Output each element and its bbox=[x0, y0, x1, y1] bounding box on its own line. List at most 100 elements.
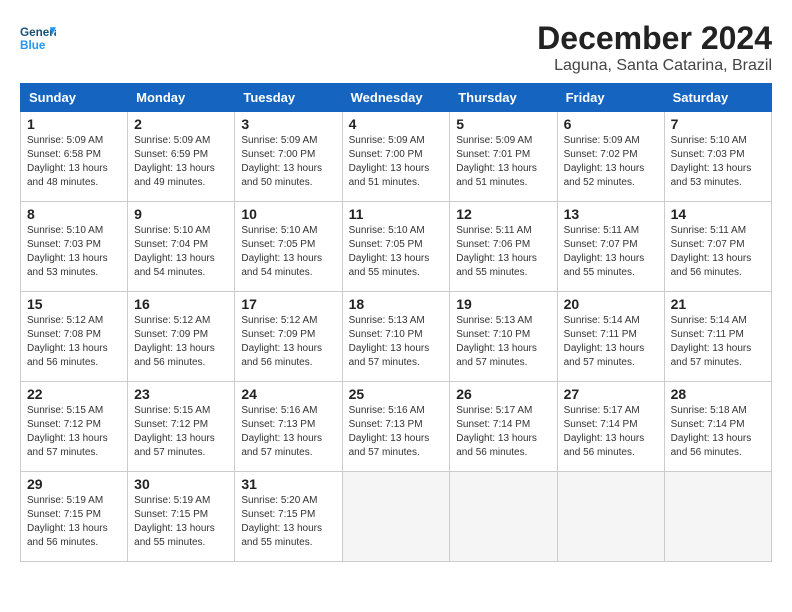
day-info: Sunrise: 5:09 AMSunset: 6:59 PMDaylight:… bbox=[134, 135, 215, 188]
title-area: December 2024 Laguna, Santa Catarina, Br… bbox=[537, 20, 772, 75]
day-cell-0-2: 3 Sunrise: 5:09 AMSunset: 7:00 PMDayligh… bbox=[235, 112, 342, 202]
day-info: Sunrise: 5:18 AMSunset: 7:14 PMDaylight:… bbox=[671, 405, 752, 458]
day-info: Sunrise: 5:09 AMSunset: 7:02 PMDaylight:… bbox=[564, 135, 645, 188]
header-monday: Monday bbox=[128, 84, 235, 112]
day-info: Sunrise: 5:09 AMSunset: 7:00 PMDaylight:… bbox=[241, 135, 322, 188]
day-info: Sunrise: 5:15 AMSunset: 7:12 PMDaylight:… bbox=[27, 405, 108, 458]
day-cell-2-3: 18 Sunrise: 5:13 AMSunset: 7:10 PMDaylig… bbox=[342, 292, 450, 382]
day-number: 23 bbox=[134, 386, 228, 402]
week-row-1: 8 Sunrise: 5:10 AMSunset: 7:03 PMDayligh… bbox=[21, 202, 772, 292]
day-number: 28 bbox=[671, 386, 765, 402]
day-cell-2-6: 21 Sunrise: 5:14 AMSunset: 7:11 PMDaylig… bbox=[664, 292, 771, 382]
day-cell-0-4: 5 Sunrise: 5:09 AMSunset: 7:01 PMDayligh… bbox=[450, 112, 557, 202]
header-friday: Friday bbox=[557, 84, 664, 112]
header-wednesday: Wednesday bbox=[342, 84, 450, 112]
day-cell-3-2: 24 Sunrise: 5:16 AMSunset: 7:13 PMDaylig… bbox=[235, 382, 342, 472]
day-number: 1 bbox=[27, 116, 121, 132]
calendar-title: December 2024 bbox=[537, 20, 772, 57]
logo: General Blue bbox=[20, 20, 58, 56]
day-number: 22 bbox=[27, 386, 121, 402]
day-cell-2-0: 15 Sunrise: 5:12 AMSunset: 7:08 PMDaylig… bbox=[21, 292, 128, 382]
day-info: Sunrise: 5:11 AMSunset: 7:07 PMDaylight:… bbox=[671, 225, 752, 278]
day-info: Sunrise: 5:12 AMSunset: 7:09 PMDaylight:… bbox=[241, 315, 322, 368]
calendar-subtitle: Laguna, Santa Catarina, Brazil bbox=[537, 57, 772, 75]
day-number: 20 bbox=[564, 296, 658, 312]
day-info: Sunrise: 5:10 AMSunset: 7:03 PMDaylight:… bbox=[671, 135, 752, 188]
day-number: 29 bbox=[27, 476, 121, 492]
week-row-2: 15 Sunrise: 5:12 AMSunset: 7:08 PMDaylig… bbox=[21, 292, 772, 382]
day-info: Sunrise: 5:09 AMSunset: 6:58 PMDaylight:… bbox=[27, 135, 108, 188]
day-number: 13 bbox=[564, 206, 658, 222]
header-tuesday: Tuesday bbox=[235, 84, 342, 112]
day-number: 19 bbox=[456, 296, 550, 312]
day-number: 3 bbox=[241, 116, 335, 132]
day-cell-1-4: 12 Sunrise: 5:11 AMSunset: 7:06 PMDaylig… bbox=[450, 202, 557, 292]
day-info: Sunrise: 5:20 AMSunset: 7:15 PMDaylight:… bbox=[241, 495, 322, 548]
day-cell-4-5 bbox=[557, 472, 664, 562]
week-row-3: 22 Sunrise: 5:15 AMSunset: 7:12 PMDaylig… bbox=[21, 382, 772, 472]
day-cell-3-3: 25 Sunrise: 5:16 AMSunset: 7:13 PMDaylig… bbox=[342, 382, 450, 472]
day-info: Sunrise: 5:09 AMSunset: 7:01 PMDaylight:… bbox=[456, 135, 537, 188]
day-info: Sunrise: 5:19 AMSunset: 7:15 PMDaylight:… bbox=[27, 495, 108, 548]
day-number: 14 bbox=[671, 206, 765, 222]
day-info: Sunrise: 5:14 AMSunset: 7:11 PMDaylight:… bbox=[564, 315, 645, 368]
day-number: 30 bbox=[134, 476, 228, 492]
day-info: Sunrise: 5:10 AMSunset: 7:04 PMDaylight:… bbox=[134, 225, 215, 278]
day-info: Sunrise: 5:13 AMSunset: 7:10 PMDaylight:… bbox=[456, 315, 537, 368]
day-number: 17 bbox=[241, 296, 335, 312]
day-cell-0-3: 4 Sunrise: 5:09 AMSunset: 7:00 PMDayligh… bbox=[342, 112, 450, 202]
day-cell-0-0: 1 Sunrise: 5:09 AMSunset: 6:58 PMDayligh… bbox=[21, 112, 128, 202]
day-info: Sunrise: 5:10 AMSunset: 7:03 PMDaylight:… bbox=[27, 225, 108, 278]
day-info: Sunrise: 5:12 AMSunset: 7:09 PMDaylight:… bbox=[134, 315, 215, 368]
day-cell-0-1: 2 Sunrise: 5:09 AMSunset: 6:59 PMDayligh… bbox=[128, 112, 235, 202]
day-info: Sunrise: 5:10 AMSunset: 7:05 PMDaylight:… bbox=[349, 225, 430, 278]
day-cell-3-0: 22 Sunrise: 5:15 AMSunset: 7:12 PMDaylig… bbox=[21, 382, 128, 472]
day-number: 18 bbox=[349, 296, 444, 312]
header-sunday: Sunday bbox=[21, 84, 128, 112]
day-cell-1-6: 14 Sunrise: 5:11 AMSunset: 7:07 PMDaylig… bbox=[664, 202, 771, 292]
day-info: Sunrise: 5:14 AMSunset: 7:11 PMDaylight:… bbox=[671, 315, 752, 368]
day-info: Sunrise: 5:09 AMSunset: 7:00 PMDaylight:… bbox=[349, 135, 430, 188]
day-info: Sunrise: 5:11 AMSunset: 7:06 PMDaylight:… bbox=[456, 225, 537, 278]
day-cell-1-3: 11 Sunrise: 5:10 AMSunset: 7:05 PMDaylig… bbox=[342, 202, 450, 292]
day-number: 25 bbox=[349, 386, 444, 402]
day-cell-3-1: 23 Sunrise: 5:15 AMSunset: 7:12 PMDaylig… bbox=[128, 382, 235, 472]
day-number: 4 bbox=[349, 116, 444, 132]
day-cell-1-1: 9 Sunrise: 5:10 AMSunset: 7:04 PMDayligh… bbox=[128, 202, 235, 292]
day-cell-4-1: 30 Sunrise: 5:19 AMSunset: 7:15 PMDaylig… bbox=[128, 472, 235, 562]
day-number: 11 bbox=[349, 206, 444, 222]
day-number: 7 bbox=[671, 116, 765, 132]
day-cell-0-5: 6 Sunrise: 5:09 AMSunset: 7:02 PMDayligh… bbox=[557, 112, 664, 202]
day-cell-2-4: 19 Sunrise: 5:13 AMSunset: 7:10 PMDaylig… bbox=[450, 292, 557, 382]
day-info: Sunrise: 5:16 AMSunset: 7:13 PMDaylight:… bbox=[349, 405, 430, 458]
day-cell-2-1: 16 Sunrise: 5:12 AMSunset: 7:09 PMDaylig… bbox=[128, 292, 235, 382]
day-cell-1-5: 13 Sunrise: 5:11 AMSunset: 7:07 PMDaylig… bbox=[557, 202, 664, 292]
day-number: 10 bbox=[241, 206, 335, 222]
day-cell-1-0: 8 Sunrise: 5:10 AMSunset: 7:03 PMDayligh… bbox=[21, 202, 128, 292]
day-number: 27 bbox=[564, 386, 658, 402]
day-cell-2-2: 17 Sunrise: 5:12 AMSunset: 7:09 PMDaylig… bbox=[235, 292, 342, 382]
day-number: 6 bbox=[564, 116, 658, 132]
day-number: 9 bbox=[134, 206, 228, 222]
day-number: 12 bbox=[456, 206, 550, 222]
day-info: Sunrise: 5:19 AMSunset: 7:15 PMDaylight:… bbox=[134, 495, 215, 548]
day-number: 31 bbox=[241, 476, 335, 492]
day-number: 8 bbox=[27, 206, 121, 222]
week-row-0: 1 Sunrise: 5:09 AMSunset: 6:58 PMDayligh… bbox=[21, 112, 772, 202]
logo-icon: General Blue bbox=[20, 20, 56, 56]
day-info: Sunrise: 5:12 AMSunset: 7:08 PMDaylight:… bbox=[27, 315, 108, 368]
day-info: Sunrise: 5:11 AMSunset: 7:07 PMDaylight:… bbox=[564, 225, 645, 278]
header-saturday: Saturday bbox=[664, 84, 771, 112]
day-number: 24 bbox=[241, 386, 335, 402]
day-cell-4-6 bbox=[664, 472, 771, 562]
day-number: 15 bbox=[27, 296, 121, 312]
day-number: 2 bbox=[134, 116, 228, 132]
day-number: 21 bbox=[671, 296, 765, 312]
week-row-4: 29 Sunrise: 5:19 AMSunset: 7:15 PMDaylig… bbox=[21, 472, 772, 562]
day-info: Sunrise: 5:15 AMSunset: 7:12 PMDaylight:… bbox=[134, 405, 215, 458]
day-cell-4-4 bbox=[450, 472, 557, 562]
page-header: General Blue December 2024 Laguna, Santa… bbox=[20, 20, 772, 75]
header-thursday: Thursday bbox=[450, 84, 557, 112]
day-info: Sunrise: 5:16 AMSunset: 7:13 PMDaylight:… bbox=[241, 405, 322, 458]
day-cell-0-6: 7 Sunrise: 5:10 AMSunset: 7:03 PMDayligh… bbox=[664, 112, 771, 202]
